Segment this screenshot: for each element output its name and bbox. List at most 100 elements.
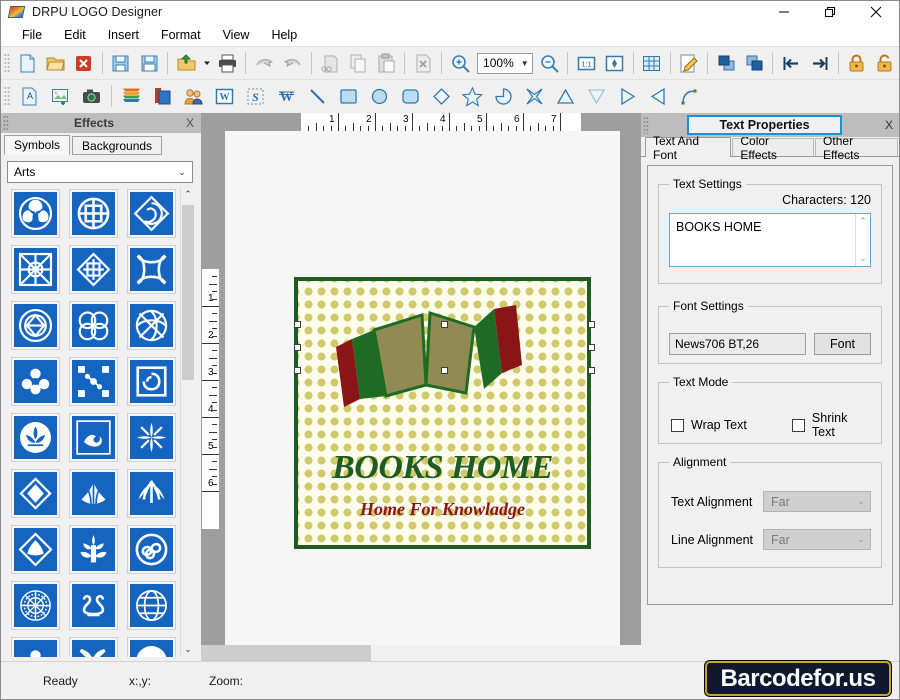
celtic-wheel-symbol[interactable] [69, 189, 118, 238]
scrollbar-thumb[interactable] [182, 205, 194, 380]
tab-color-effects[interactable]: Color Effects [732, 134, 815, 162]
insert-signature-icon[interactable]: S [241, 82, 270, 110]
panel-grip[interactable] [643, 116, 649, 134]
crossed-tools-symbol[interactable] [69, 637, 118, 657]
scroll-down-icon[interactable]: ⌄ [181, 642, 195, 657]
floral-cross-symbol[interactable] [11, 357, 60, 406]
tab-text-and-font[interactable]: Text And Font [645, 134, 732, 162]
lock-icon[interactable] [844, 49, 870, 77]
four-leaf-symbol[interactable] [127, 413, 176, 462]
font-value-field[interactable]: News706 BT,26 [669, 333, 806, 355]
insert-shape-icon[interactable] [148, 82, 177, 110]
undo-icon[interactable] [251, 49, 277, 77]
design-page[interactable]: BOOKS HOME Home For Knowladge [225, 131, 620, 646]
send-to-back-icon[interactable] [741, 49, 767, 77]
selection-handle[interactable] [441, 321, 448, 328]
effects-panel-close-icon[interactable]: X [179, 116, 201, 130]
zoom-out-icon[interactable] [536, 49, 562, 77]
menu-file[interactable]: File [11, 25, 53, 45]
diamond-petal-symbol[interactable] [11, 469, 60, 518]
insert-watermark-icon[interactable] [179, 82, 208, 110]
save-icon[interactable] [108, 49, 134, 77]
canvas-area[interactable]: 1234567 123456 BOOKS HOME Home For Knowl… [201, 113, 641, 661]
selection-handle[interactable] [294, 321, 301, 328]
rectangle-tool-icon[interactable] [334, 82, 363, 110]
bird-circle-symbol[interactable] [127, 637, 176, 657]
inverted-triangle-tool-icon[interactable] [582, 82, 611, 110]
chevron-down-icon[interactable]: ⌄ [852, 534, 870, 545]
shell-diamond-symbol[interactable] [11, 525, 60, 574]
edit-properties-icon[interactable] [676, 49, 702, 77]
toolbar-grip[interactable] [3, 52, 11, 74]
interlace-knot-symbol[interactable] [127, 245, 176, 294]
crescent-leaf-symbol[interactable] [69, 413, 118, 462]
pie-tool-icon[interactable] [489, 82, 518, 110]
curve-tool-icon[interactable] [675, 82, 704, 110]
star-tool-icon[interactable] [458, 82, 487, 110]
capture-image-icon[interactable] [77, 82, 106, 110]
selection-handle[interactable] [294, 367, 301, 374]
symbol-grid[interactable] [7, 187, 179, 657]
fan-palm-symbol[interactable] [69, 469, 118, 518]
cut-icon[interactable] [317, 49, 343, 77]
import-dropdown-arrow-icon[interactable] [201, 49, 212, 77]
grid-icon[interactable] [639, 49, 665, 77]
logo-object[interactable]: BOOKS HOME Home For Knowladge [294, 277, 595, 549]
scrollbar-thumb[interactable] [201, 645, 371, 661]
delete-icon[interactable] [410, 49, 436, 77]
canvas-horizontal-scrollbar[interactable] [201, 645, 641, 661]
toolbar-grip[interactable] [3, 85, 11, 107]
zoom-level-combobox[interactable]: 100% ▼ [476, 52, 534, 74]
insert-barcode-icon[interactable] [117, 82, 146, 110]
checkbox-box[interactable] [671, 418, 684, 432]
selection-handle[interactable] [588, 321, 595, 328]
zoom-in-icon[interactable] [447, 49, 473, 77]
selection-handle[interactable] [588, 344, 595, 351]
woven-knot-symbol[interactable] [127, 301, 176, 350]
ellipse-tool-icon[interactable] [365, 82, 394, 110]
redo-icon[interactable] [280, 49, 306, 77]
menu-help[interactable]: Help [260, 25, 308, 45]
font-button[interactable]: Font [814, 333, 871, 355]
checkbox-box[interactable] [792, 418, 805, 432]
menu-format[interactable]: Format [150, 25, 212, 45]
wrap-text-checkbox[interactable]: Wrap Text [671, 411, 792, 439]
copy-icon[interactable] [345, 49, 371, 77]
rounded-rect-tool-icon[interactable] [396, 82, 425, 110]
selection-handle[interactable] [441, 367, 448, 374]
heart-clover-symbol[interactable] [11, 637, 60, 657]
text-area-scrollbar[interactable]: ⌃ ⌄ [855, 214, 870, 266]
globe-crest-symbol[interactable] [127, 581, 176, 630]
four-point-star-tool-icon[interactable] [520, 82, 549, 110]
lotus-crest-symbol[interactable] [11, 413, 60, 462]
chevron-down-icon[interactable]: ⌄ [852, 496, 870, 507]
text-properties-close-icon[interactable]: X [885, 118, 893, 132]
line-tool-icon[interactable] [303, 82, 332, 110]
unlock-icon[interactable] [872, 49, 898, 77]
triangle-tool-icon[interactable] [551, 82, 580, 110]
line-alignment-select[interactable]: Far ⌄ [763, 529, 871, 550]
right-arrow-tool-icon[interactable] [613, 82, 642, 110]
insert-text-icon[interactable]: A [15, 82, 44, 110]
menu-edit[interactable]: Edit [53, 25, 97, 45]
spiral-diamond-symbol[interactable] [127, 189, 176, 238]
shrink-text-checkbox[interactable]: Shrink Text [792, 411, 871, 439]
new-document-icon[interactable] [14, 49, 40, 77]
actual-size-icon[interactable]: 1:1 [573, 49, 599, 77]
insert-image-icon[interactable] [46, 82, 75, 110]
knot-diamond-symbol[interactable] [69, 245, 118, 294]
swirl-square-symbol[interactable] [127, 357, 176, 406]
minimize-icon[interactable] [761, 1, 807, 23]
trefoil-knot-symbol[interactable] [69, 301, 118, 350]
leaf-spray-symbol[interactable] [127, 469, 176, 518]
insert-symbol-icon[interactable]: W [272, 82, 301, 110]
chevron-down-icon[interactable]: ⌄ [172, 167, 192, 178]
sunburst-medallion-symbol[interactable] [11, 581, 60, 630]
print-icon[interactable] [214, 49, 240, 77]
text-input-area[interactable]: BOOKS HOME ⌃ ⌄ [669, 213, 871, 267]
dotted-network-symbol[interactable] [69, 357, 118, 406]
menu-insert[interactable]: Insert [97, 25, 150, 45]
celtic-cross-square-symbol[interactable] [11, 245, 60, 294]
symbol-category-combobox[interactable]: Arts ⌄ [7, 161, 193, 183]
diamond-tool-icon[interactable] [427, 82, 456, 110]
